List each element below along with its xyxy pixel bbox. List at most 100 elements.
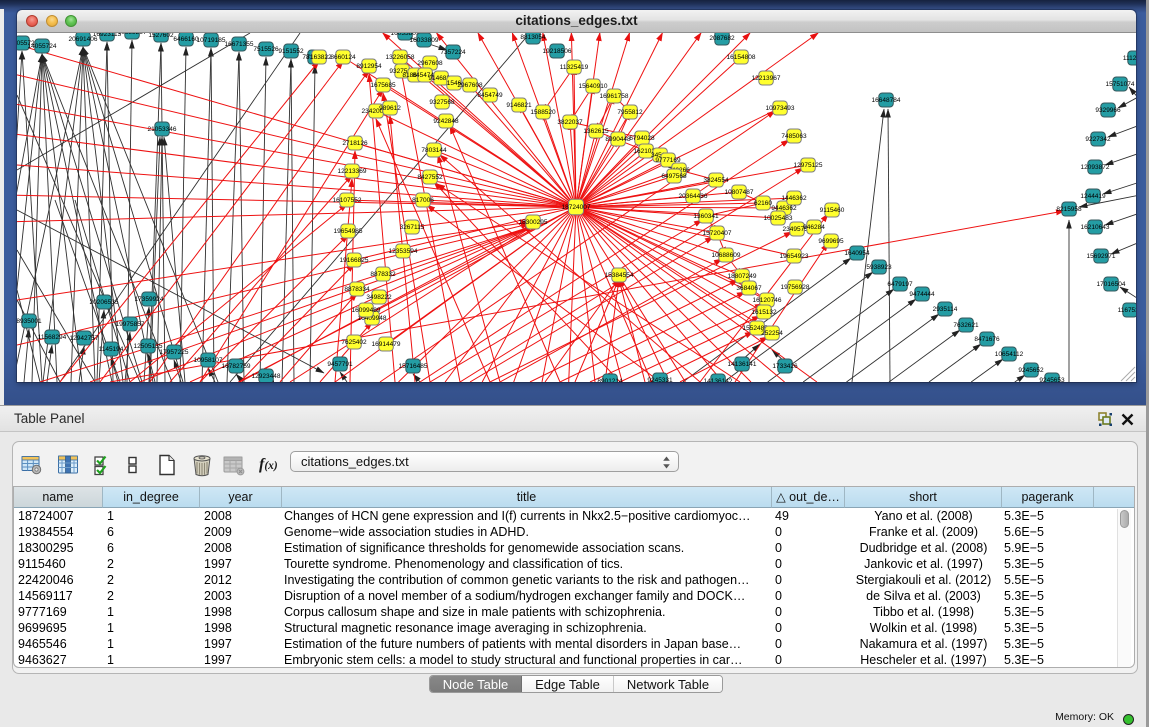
svg-text:12353594: 12353594 — [389, 248, 418, 255]
svg-text:1145194: 1145194 — [99, 346, 124, 353]
svg-text:9242848: 9242848 — [433, 118, 459, 125]
svg-text:9115460: 9115460 — [820, 207, 845, 214]
svg-text:8878334: 8878334 — [344, 286, 370, 293]
svg-text:7515526: 7515526 — [253, 46, 279, 53]
svg-text:2935114: 2935114 — [933, 306, 958, 313]
svg-text:18724007: 18724007 — [562, 204, 591, 211]
svg-text:7357224: 7357224 — [440, 49, 466, 56]
svg-text:6466160: 6466160 — [173, 36, 199, 43]
svg-text:3824554: 3824554 — [703, 177, 729, 184]
svg-text:9327568: 9327568 — [429, 99, 455, 106]
svg-text:8660124: 8660124 — [330, 54, 356, 61]
svg-text:1112803: 1112803 — [1123, 55, 1136, 62]
svg-text:62160: 62160 — [754, 200, 772, 207]
svg-text:2718126: 2718126 — [342, 140, 368, 147]
svg-text:12213369: 12213369 — [338, 168, 367, 175]
svg-text:19654923: 19654923 — [780, 253, 809, 260]
svg-text:11325419: 11325419 — [560, 64, 589, 71]
svg-text:7803144: 7803144 — [421, 147, 447, 154]
svg-text:12505135: 12505135 — [134, 343, 163, 350]
svg-text:5938923: 5938923 — [866, 264, 892, 271]
svg-text:15720407: 15720407 — [703, 230, 732, 237]
svg-text:817006: 817006 — [412, 197, 434, 204]
svg-text:1733426: 1733426 — [772, 363, 798, 370]
svg-text:16099489: 16099489 — [352, 307, 381, 314]
svg-text:2967608: 2967608 — [457, 82, 483, 89]
svg-text:9457791: 9457791 — [327, 361, 353, 368]
svg-text:17016504: 17016504 — [1097, 281, 1126, 288]
svg-text:12975125: 12975125 — [794, 162, 823, 169]
svg-text:1362615: 1362615 — [583, 128, 609, 135]
svg-text:2087682: 2087682 — [709, 35, 735, 42]
svg-text:8215958: 8215958 — [1056, 206, 1082, 213]
svg-text:1588520: 1588520 — [530, 109, 556, 116]
svg-text:3822037: 3822037 — [557, 119, 583, 126]
svg-text:9227342: 9227342 — [1085, 136, 1111, 143]
svg-text:946284: 946284 — [803, 224, 825, 231]
svg-text:1244419: 1244419 — [1080, 193, 1106, 200]
svg-text:17359924: 17359924 — [135, 296, 164, 303]
svg-text:18807249: 18807249 — [728, 273, 757, 280]
svg-text:10973493: 10973493 — [766, 105, 795, 112]
svg-text:8901214: 8901214 — [597, 378, 623, 382]
svg-text:13226058: 13226058 — [386, 54, 415, 61]
svg-text:16210643: 16210643 — [1081, 224, 1110, 231]
svg-text:15716485: 15716485 — [399, 363, 428, 370]
svg-text:16107552: 16107552 — [333, 197, 362, 204]
svg-text:19218506: 19218506 — [543, 48, 572, 55]
svg-text:7632621: 7632621 — [953, 322, 979, 329]
svg-text:252254: 252254 — [761, 330, 783, 337]
svg-text:8454749: 8454749 — [477, 92, 503, 99]
svg-text:1527602: 1527602 — [148, 33, 174, 39]
svg-text:10719185: 10719185 — [197, 37, 226, 44]
svg-text:8471676: 8471676 — [974, 336, 1000, 343]
svg-text:6479197: 6479197 — [887, 281, 913, 288]
svg-text:9245331: 9245331 — [647, 377, 673, 382]
svg-text:16671355: 16671355 — [225, 41, 254, 48]
svg-text:10958107: 10958107 — [194, 357, 223, 364]
svg-text:19654985: 19654985 — [334, 228, 363, 235]
svg-text:11568294: 11568294 — [38, 334, 67, 341]
svg-text:6497568: 6497568 — [661, 173, 687, 180]
svg-text:3684067: 3684067 — [736, 285, 762, 292]
svg-text:1615132: 1615132 — [751, 309, 777, 316]
svg-text:19756928: 19756928 — [781, 284, 810, 291]
svg-text:7625402: 7625402 — [341, 339, 367, 346]
svg-text:1446362: 1446362 — [781, 195, 807, 202]
svg-text:21053346: 21053346 — [148, 126, 177, 133]
svg-text:8878332: 8878332 — [370, 271, 396, 278]
svg-text:18300295: 18300295 — [519, 219, 548, 226]
svg-text:1167533: 1167533 — [1118, 307, 1136, 314]
svg-text:9699695: 9699695 — [818, 238, 844, 245]
svg-text:9474444: 9474444 — [909, 291, 935, 298]
svg-text:3498222: 3498222 — [366, 294, 392, 301]
svg-text:20206535: 20206535 — [90, 299, 119, 306]
svg-text:7955812: 7955812 — [617, 109, 643, 116]
svg-text:1640954: 1640954 — [844, 250, 870, 257]
svg-text:20364436: 20364436 — [679, 193, 708, 200]
svg-text:14136141: 14136141 — [728, 361, 757, 368]
svg-text:16120746: 16120746 — [753, 297, 782, 304]
svg-text:7163822: 7163822 — [306, 54, 332, 61]
svg-text:6794028: 6794028 — [629, 135, 655, 142]
svg-text:1360341: 1360341 — [693, 213, 719, 220]
svg-text:9329966: 9329966 — [1095, 107, 1121, 114]
svg-text:19975857: 19975857 — [116, 321, 145, 328]
svg-text:12923448: 12923448 — [252, 373, 281, 380]
svg-text:9245653: 9245653 — [1039, 377, 1065, 382]
svg-text:10688609: 10688609 — [712, 252, 741, 259]
svg-text:16914479: 16914479 — [372, 341, 401, 348]
svg-text:16033809: 16033809 — [410, 37, 439, 44]
svg-text:16648784: 16648784 — [872, 97, 901, 104]
svg-text:10655267: 10655267 — [118, 33, 147, 36]
svg-text:10807487: 10807487 — [725, 189, 754, 196]
svg-text:16961758: 16961758 — [600, 93, 629, 100]
svg-text:9151552: 9151552 — [278, 48, 304, 55]
svg-text:12213967: 12213967 — [752, 75, 781, 82]
svg-text:8990448: 8990448 — [605, 136, 631, 143]
svg-text:9245652: 9245652 — [1018, 367, 1044, 374]
svg-text:2967608: 2967608 — [417, 60, 443, 67]
svg-text:8912954: 8912954 — [356, 63, 382, 70]
svg-text:12942757: 12942757 — [70, 335, 99, 342]
svg-text:989612: 989612 — [379, 105, 401, 112]
